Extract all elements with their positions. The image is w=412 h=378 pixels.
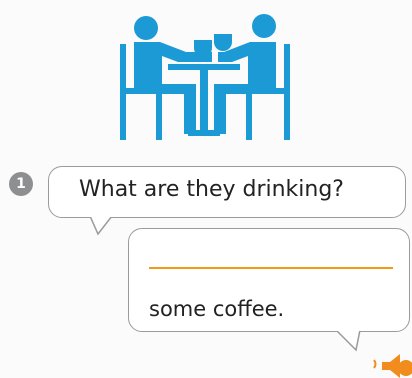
question-text: What are they drinking? <box>79 177 344 202</box>
people-drinking-coffee-icon <box>120 14 290 140</box>
answer-blank-line[interactable] <box>149 267 393 269</box>
question-bubble-tail <box>90 216 114 236</box>
exercise-number-badge: 1 <box>9 172 33 196</box>
answer-text: some coffee. <box>149 297 285 321</box>
question-bubble: What are they drinking? <box>48 166 406 218</box>
answer-bubble-tail <box>336 330 362 352</box>
speaker-icon[interactable] <box>372 350 412 378</box>
answer-bubble: some coffee. <box>128 228 410 332</box>
